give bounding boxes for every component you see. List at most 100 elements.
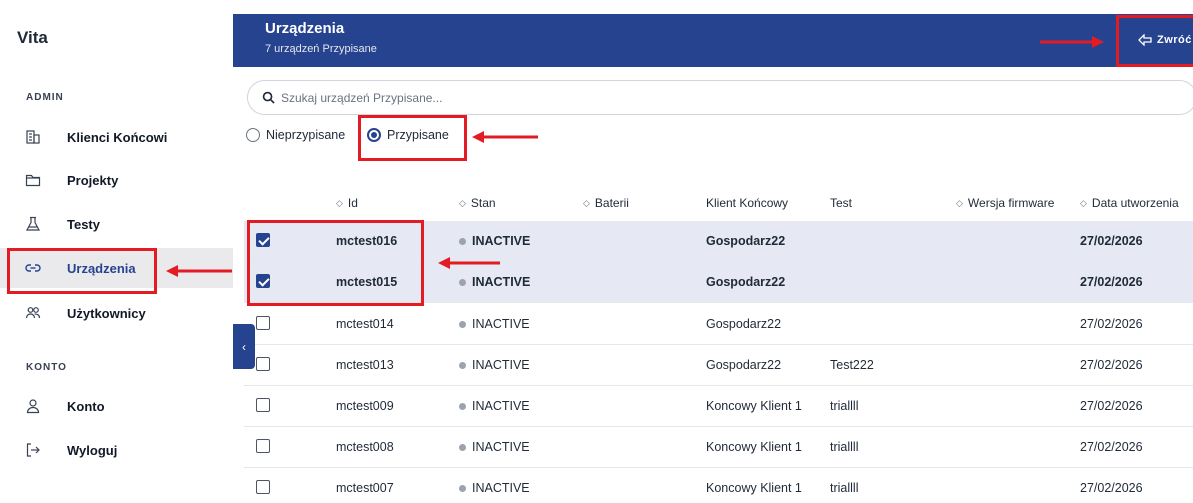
- cell-client: Koncowy Klient 1: [706, 481, 802, 495]
- search-icon: [262, 91, 275, 104]
- annotation-arrow-back: [1040, 36, 1104, 48]
- cell-status: INACTIVE: [459, 399, 530, 413]
- table-row[interactable]: mctest014 INACTIVE Gospodarz22 27/02/202…: [244, 304, 1193, 345]
- sidebar-item-testy[interactable]: Testy: [0, 204, 233, 244]
- cell-client: Gospodarz22: [706, 234, 786, 248]
- page-title: Urządzenia: [265, 20, 345, 37]
- cell-client: Gospodarz22: [706, 358, 782, 372]
- status-dot: [459, 278, 466, 286]
- cell-test: triallll: [830, 440, 859, 454]
- sidebar-item-label: Konto: [67, 398, 105, 414]
- users-icon: [24, 304, 42, 322]
- cell-created: 27/02/2026: [1080, 317, 1143, 331]
- row-checkbox[interactable]: [256, 357, 270, 371]
- building-icon: [24, 128, 42, 146]
- cell-created: 27/02/2026: [1080, 275, 1143, 289]
- status-dot: [459, 484, 466, 492]
- column-header-baterii[interactable]: ◇ Baterii: [583, 196, 629, 210]
- cell-created: 27/02/2026: [1080, 481, 1143, 495]
- cell-status: INACTIVE: [459, 275, 530, 289]
- column-header-label: Wersja firmware: [967, 196, 1055, 210]
- status-label: INACTIVE: [472, 358, 530, 372]
- cell-status: INACTIVE: [459, 358, 530, 372]
- sidebar-item-projekty[interactable]: Projekty: [0, 160, 233, 200]
- search-bar[interactable]: [247, 80, 1193, 115]
- cell-created: 27/02/2026: [1080, 234, 1143, 248]
- row-checkbox[interactable]: [256, 439, 270, 453]
- logout-icon: [24, 441, 42, 459]
- column-header-test: Test: [830, 196, 852, 210]
- collapse-sidebar-button[interactable]: ‹: [233, 324, 255, 369]
- status-label: INACTIVE: [472, 399, 530, 413]
- column-header-klient: Klient Końcowy: [706, 196, 788, 210]
- cell-created: 27/02/2026: [1080, 358, 1143, 372]
- cell-created: 27/02/2026: [1080, 440, 1143, 454]
- status-dot: [459, 402, 466, 410]
- cell-id: mctest013: [336, 358, 394, 372]
- table-row[interactable]: mctest007 INACTIVE Koncowy Klient 1 tria…: [244, 468, 1193, 503]
- annotation-box-urzadzenia: [7, 248, 157, 294]
- status-label: INACTIVE: [472, 481, 530, 495]
- column-header-label: Stan: [470, 196, 496, 210]
- column-header-label: Baterii: [594, 196, 629, 210]
- sidebar-item-uzytkownicy[interactable]: Użytkownicy: [0, 293, 233, 333]
- sort-icon: ◇: [459, 197, 466, 208]
- column-header-id[interactable]: ◇ Id: [336, 196, 358, 210]
- status-label: INACTIVE: [472, 317, 530, 331]
- sidebar-item-label: Wyloguj: [67, 442, 118, 458]
- sort-icon: ◇: [336, 197, 343, 208]
- cell-client: Koncowy Klient 1: [706, 440, 802, 454]
- row-checkbox[interactable]: [256, 398, 270, 412]
- column-header-data[interactable]: ◇ Data utworzenia: [1080, 196, 1179, 210]
- annotation-box-back: [1116, 15, 1193, 67]
- sidebar-item-label: Klienci Końcowi: [67, 129, 168, 145]
- cell-id: mctest007: [336, 481, 394, 495]
- annotation-box-selected-rows: [247, 220, 424, 306]
- column-header-firmware[interactable]: ◇ Wersja firmware: [956, 196, 1054, 210]
- radio-circle: [246, 128, 260, 142]
- section-label-konto: KONTO: [26, 362, 67, 373]
- cell-id: mctest008: [336, 440, 394, 454]
- brand-logo: Vita: [17, 28, 48, 47]
- table-row[interactable]: mctest009 INACTIVE Koncowy Klient 1 tria…: [244, 386, 1193, 427]
- radio-nieprzypisane[interactable]: Nieprzypisane: [246, 128, 345, 142]
- cell-status: INACTIVE: [459, 317, 530, 331]
- cell-status: INACTIVE: [459, 481, 530, 495]
- column-header-stan[interactable]: ◇ Stan: [459, 196, 496, 210]
- radio-label: Nieprzypisane: [266, 128, 346, 142]
- status-dot: [459, 443, 466, 451]
- status-label: INACTIVE: [472, 440, 530, 454]
- status-label: INACTIVE: [472, 234, 531, 248]
- sidebar-item-label: Testy: [67, 216, 100, 232]
- search-input[interactable]: [281, 90, 1081, 105]
- sidebar-item-label: Projekty: [67, 172, 119, 188]
- flask-icon: [24, 215, 42, 233]
- sidebar-item-klienci[interactable]: Klienci Końcowi: [0, 117, 233, 157]
- cell-status: INACTIVE: [459, 234, 530, 248]
- annotation-arrow-selected-rows: [438, 257, 500, 269]
- cell-client: Gospodarz22: [706, 317, 782, 331]
- sidebar-item-konto[interactable]: Konto: [0, 386, 233, 426]
- cell-test: triallll: [830, 399, 859, 413]
- table-row[interactable]: mctest008 INACTIVE Koncowy Klient 1 tria…: [244, 427, 1193, 468]
- status-dot: [459, 320, 466, 328]
- sidebar-item-wyloguj[interactable]: Wyloguj: [0, 430, 233, 470]
- cell-test: triallll: [830, 481, 859, 495]
- row-checkbox[interactable]: [256, 316, 270, 330]
- column-header-label: Id: [347, 196, 358, 210]
- row-checkbox[interactable]: [256, 480, 270, 494]
- cell-created: 27/02/2026: [1080, 399, 1143, 413]
- table-row[interactable]: mctest013 INACTIVE Gospodarz22 Test222 2…: [244, 345, 1193, 386]
- annotation-arrow-przypisane: [472, 131, 538, 143]
- annotation-arrow-urzadzenia: [166, 265, 232, 277]
- folder-icon: [24, 171, 42, 189]
- annotation-box-przypisane: [358, 115, 467, 161]
- status-dot: [459, 237, 466, 245]
- column-header-label: Klient Końcowy: [706, 196, 789, 210]
- sort-icon: ◇: [583, 197, 590, 208]
- cell-id: mctest014: [336, 317, 394, 331]
- cell-id: mctest009: [336, 399, 394, 413]
- column-header-label: Test: [830, 196, 853, 210]
- cell-client: Koncowy Klient 1: [706, 399, 802, 413]
- sidebar-item-label: Użytkownicy: [67, 305, 146, 321]
